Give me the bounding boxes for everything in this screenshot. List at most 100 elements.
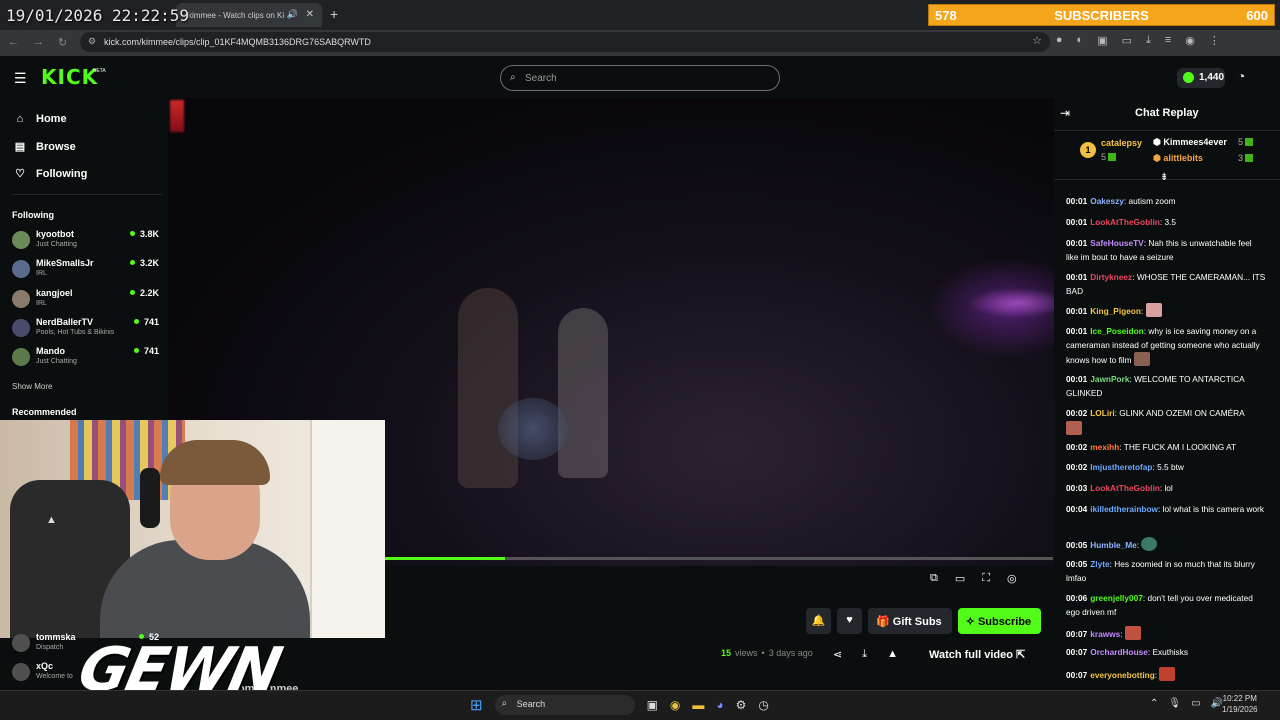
share-icon[interactable]: ⋖ — [833, 648, 842, 661]
fullscreen-icon[interactable]: ⛶ — [982, 572, 990, 585]
mic-icon[interactable]: 🎙 — [1168, 698, 1181, 709]
taskbar-search[interactable]: ⌕ Search — [494, 695, 635, 715]
leaderboard-user[interactable]: catalepsy — [1101, 138, 1142, 148]
url-field[interactable]: ⚙ kick.com/kimmee/clips/clip_01KF4MQMB31… — [80, 32, 1050, 52]
nav-following-label: Following — [36, 168, 88, 180]
subscribe-button[interactable]: ✧ Subscribe — [957, 608, 1042, 634]
extension-icon[interactable]: ◐ — [1077, 34, 1084, 47]
msg-user[interactable]: JawnPork — [1090, 374, 1129, 384]
download-icon[interactable]: ⤓ — [862, 648, 867, 661]
msg-user[interactable]: Humble_Me — [1090, 540, 1137, 550]
msg-user[interactable]: mexihh — [1090, 442, 1119, 452]
clip-age: 3 days ago — [768, 648, 813, 658]
tray-chevron-icon[interactable]: ⌃ — [1150, 698, 1158, 709]
kick-logo[interactable]: KICK — [41, 65, 98, 89]
clock-app-icon[interactable]: ◷ — [758, 698, 768, 712]
scroll-down-icon[interactable]: ⇟ — [1160, 172, 1168, 183]
gift-subs-button[interactable]: 🎁 Gift Subs — [868, 608, 952, 634]
show-more-link[interactable]: Show More — [12, 382, 52, 391]
following-channel[interactable]: Mando Just Chatting 741 — [12, 346, 162, 374]
bookmark-star-icon[interactable]: ☆ — [1032, 34, 1042, 47]
sub-goal-target: 600 — [1246, 7, 1268, 23]
msg-user[interactable]: greenjelly007 — [1090, 593, 1143, 603]
video-scene-light — [170, 100, 184, 132]
notification-bell-icon[interactable]: 🔔 — [806, 608, 831, 634]
video-scene-figure — [558, 308, 608, 478]
chat-title: Chat Replay — [1135, 107, 1199, 119]
msg-user[interactable]: everyonebotting — [1090, 670, 1155, 680]
profile-icon[interactable]: ◉ — [1185, 34, 1195, 47]
leaderboard-name: catalepsy — [1101, 138, 1143, 148]
msg-time: 00:07 — [1066, 629, 1088, 639]
msg-time: 00:05 — [1066, 559, 1088, 569]
browser-tab[interactable]: kimmee - Watch clips on Ki 🔊 ✕ — [176, 3, 322, 27]
following-channel[interactable]: kangjoel IRL 2.2K — [12, 288, 162, 316]
puzzle-icon[interactable]: ▣ — [1097, 34, 1107, 47]
msg-user[interactable]: King_Pigeon — [1090, 306, 1141, 316]
search-input[interactable]: ⌕ Search — [500, 65, 780, 91]
chrome-icon[interactable]: ◉ — [670, 698, 680, 712]
new-tab-icon[interactable]: + — [330, 6, 338, 22]
following-channel[interactable]: MikeSmallsJr IRL 3.2K — [12, 258, 162, 286]
playlist-icon[interactable]: ≡ — [1165, 34, 1171, 47]
collapse-chat-icon[interactable]: ⇥ — [1060, 106, 1070, 120]
kick-points-badge[interactable]: 1,440 — [1177, 68, 1225, 88]
msg-user[interactable]: Imjustheretofap — [1090, 462, 1152, 472]
watch-full-video-button[interactable]: Watch full video ⇱ — [922, 644, 1034, 666]
nav-following[interactable]: ♡ Following — [12, 167, 87, 180]
taskbar-clock[interactable]: 10:22 PM 1/19/2026 — [1222, 693, 1258, 715]
leaderboard-user[interactable]: ⬢ alittlebits — [1153, 153, 1203, 164]
download-icon[interactable]: ⤓ — [1146, 34, 1151, 47]
msg-user[interactable]: LookAtTheGoblin — [1090, 217, 1160, 227]
chat-message: 00:01 SafeHouseTV: Nah this is unwatchabl… — [1066, 238, 1252, 262]
settings-icon[interactable]: ◎ — [1007, 572, 1017, 585]
following-channel[interactable]: NerdBallerTV Pools, Hot Tubs & Bikinis 7… — [12, 317, 162, 345]
chat-message: 00:07 everyonebotting: — [1066, 667, 1266, 683]
msg-user[interactable]: ikilledtherainbow — [1090, 504, 1158, 514]
leaderboard-user[interactable]: ⬢ Kimmees4ever — [1153, 137, 1227, 148]
following-channel[interactable]: kyootbot Just Chatting 3.8K — [12, 229, 162, 257]
browser-nav: ← → ↻ — [8, 36, 67, 49]
network-icon[interactable]: ▭ — [1191, 698, 1200, 709]
msg-text: lol — [1164, 483, 1173, 493]
nav-browse[interactable]: ▤ Browse — [12, 140, 76, 153]
msg-user[interactable]: Ice_Poseidon — [1090, 326, 1144, 336]
msg-user[interactable]: OrchardHouse — [1090, 647, 1148, 657]
forward-icon[interactable]: → — [33, 36, 44, 49]
task-view-icon[interactable]: ▣ — [647, 698, 658, 712]
msg-user[interactable]: SafeHouseTV — [1090, 238, 1143, 248]
site-info-icon[interactable]: ⚙ — [88, 36, 96, 47]
follow-heart-icon[interactable]: ♥ — [837, 608, 862, 634]
reload-icon[interactable]: ↻ — [58, 36, 67, 49]
headset — [140, 468, 160, 528]
hamburger-menu-icon[interactable]: ☰ — [14, 70, 27, 87]
discord-icon[interactable]: ◕ — [716, 698, 723, 712]
pip-icon[interactable]: ⧉ — [930, 572, 938, 585]
chat-message: 00:01 Ice_Poseidon: why is ice saving mon… — [1066, 326, 1260, 366]
msg-user[interactable]: Oakeszy — [1090, 196, 1124, 206]
user-menu-icon[interactable]: ◔ — [1237, 68, 1245, 84]
theater-mode-icon[interactable]: ▭ — [955, 572, 965, 585]
back-icon[interactable]: ← — [8, 36, 19, 49]
gift-sub-icon — [1108, 153, 1117, 161]
windows-start-icon[interactable]: ⊞ — [470, 696, 483, 714]
folder-icon[interactable]: ▬ — [692, 698, 704, 712]
msg-text: lol what is this camera work — [1162, 504, 1265, 514]
split-view-icon[interactable]: ▭ — [1122, 34, 1132, 47]
video-scene-figure — [458, 288, 518, 488]
clock-time: 10:22 PM — [1222, 694, 1257, 703]
report-icon[interactable]: ▲ — [887, 648, 898, 661]
channel-category: Dispatch — [36, 644, 64, 651]
msg-user[interactable]: LookAtTheGoblin — [1090, 483, 1160, 493]
audio-icon[interactable]: 🔊 — [287, 9, 298, 20]
home-icon: ⌂ — [16, 113, 24, 125]
msg-user[interactable]: LOLiri — [1090, 408, 1114, 418]
nav-home[interactable]: ⌂ Home — [12, 113, 67, 125]
msg-user[interactable]: Dirtykneez — [1090, 272, 1132, 282]
msg-user[interactable]: Zlyte — [1090, 559, 1109, 569]
msg-user[interactable]: krawws — [1090, 629, 1120, 639]
close-tab-icon[interactable]: ✕ — [306, 9, 314, 20]
extension-icon[interactable]: ● — [1056, 34, 1063, 47]
app-icon[interactable]: ⚙ — [736, 698, 747, 712]
menu-kebab-icon[interactable]: ⋮ — [1209, 34, 1220, 47]
